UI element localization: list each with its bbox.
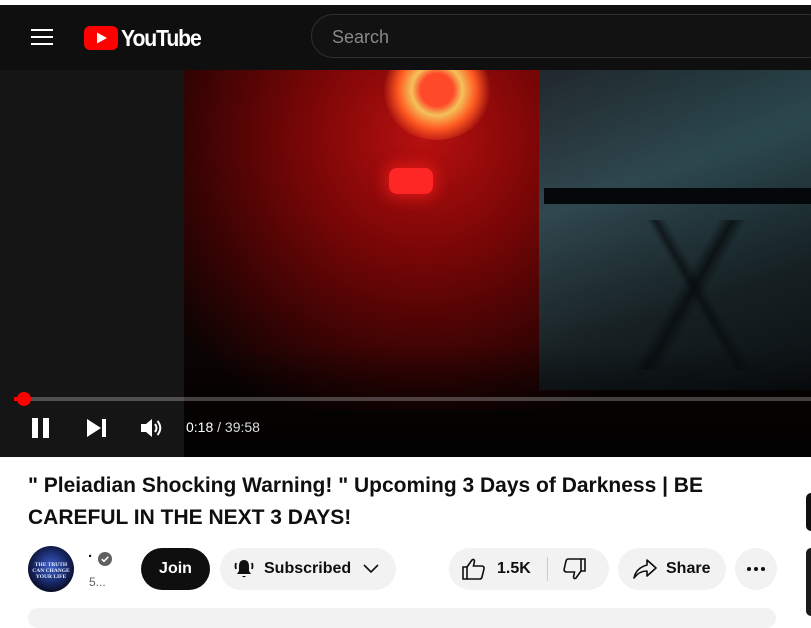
subscribed-label: Subscribed xyxy=(264,560,352,577)
avatar[interactable]: THE TRUTH CAN CHANGE YOUR LIFE xyxy=(28,546,74,592)
youtube-logo[interactable]: YouTube xyxy=(84,24,208,52)
video-player[interactable]: 0:18 / 39:58 xyxy=(0,70,811,457)
subscriber-count: 5... xyxy=(89,575,106,589)
scrubber-handle[interactable] xyxy=(17,392,31,406)
progress-bar[interactable] xyxy=(14,392,811,406)
video-title: " Pleiadian Shocking Warning! " Upcoming… xyxy=(28,474,703,529)
youtube-logo-icon xyxy=(84,26,118,50)
time-separator: / xyxy=(213,419,225,435)
related-chip-edge[interactable] xyxy=(806,493,811,531)
duration: 39:58 xyxy=(224,419,260,435)
dislike-button[interactable] xyxy=(548,548,609,590)
more-actions-button[interactable] xyxy=(735,548,777,590)
chevron-down-icon xyxy=(363,564,379,574)
menu-icon[interactable] xyxy=(22,19,62,55)
bell-icon xyxy=(234,560,254,578)
next-icon[interactable] xyxy=(84,416,110,440)
pause-icon[interactable] xyxy=(30,415,54,441)
masthead: YouTube xyxy=(0,5,811,70)
search-box xyxy=(311,14,811,58)
dislike-icon xyxy=(563,558,586,580)
avatar-logo-text: THE TRUTH CAN CHANGE YOUR LIFE xyxy=(32,562,70,580)
share-icon xyxy=(633,559,657,579)
subscribed-button[interactable]: Subscribed xyxy=(220,548,396,590)
share-label: Share xyxy=(666,560,711,577)
verified-icon xyxy=(98,552,112,566)
current-time: 0:18 xyxy=(186,419,214,435)
channel-name[interactable]: · xyxy=(88,548,93,565)
controls-gradient xyxy=(184,347,811,457)
like-count: 1.5K xyxy=(497,560,531,577)
logo-text: YouTube xyxy=(121,24,202,51)
share-button[interactable]: Share xyxy=(618,548,726,590)
join-label: Join xyxy=(159,560,192,577)
join-button[interactable]: Join xyxy=(141,548,210,590)
scene-red-dot xyxy=(389,168,433,194)
like-dislike-group: 1.5K xyxy=(449,548,609,590)
related-thumbnail-edge[interactable] xyxy=(806,548,811,616)
more-icon xyxy=(747,567,765,571)
time-display: 0:18 / 39:58 xyxy=(186,419,260,435)
like-button[interactable]: 1.5K xyxy=(449,548,547,590)
description-box[interactable] xyxy=(28,608,776,628)
like-icon xyxy=(462,558,485,580)
search-input[interactable] xyxy=(330,24,794,50)
scene-beam xyxy=(544,188,811,204)
volume-icon[interactable] xyxy=(138,416,166,440)
